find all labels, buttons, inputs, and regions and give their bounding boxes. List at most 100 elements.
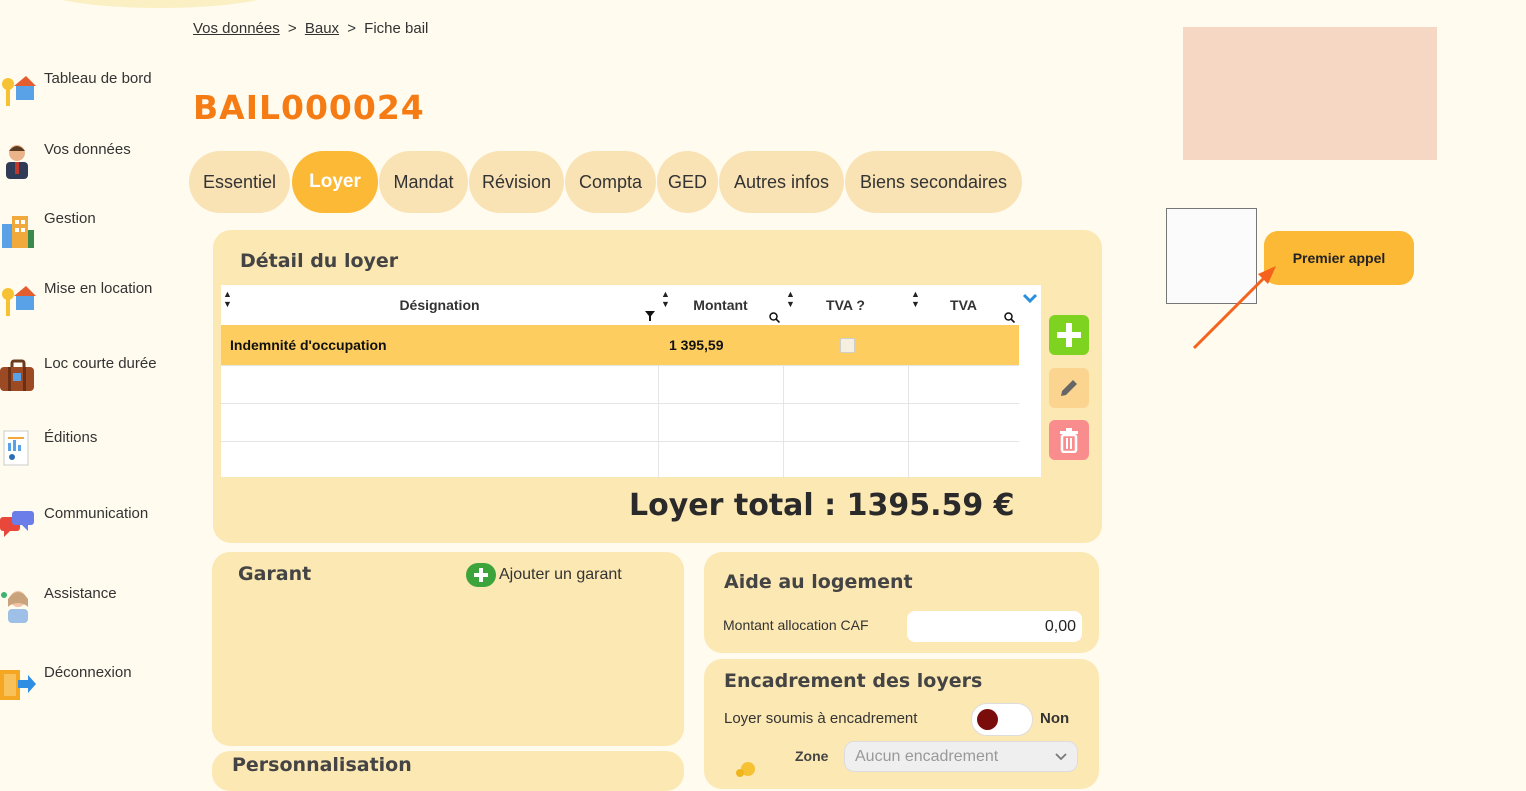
sidebar-item-tableau-de-bord[interactable]: Tableau de bord xyxy=(0,70,185,116)
sidebar: Tableau de bord Vos données Gestion Mise… xyxy=(0,0,185,775)
house-keys-icon xyxy=(2,286,36,316)
encadrement-toggle-value: Non xyxy=(1040,710,1070,727)
sidebar-item-deconnexion[interactable]: Déconnexion xyxy=(0,664,185,710)
delete-row-button[interactable] xyxy=(1049,420,1089,460)
edit-row-button[interactable] xyxy=(1049,368,1089,408)
plus-circle-icon xyxy=(466,563,496,587)
column-header-label: TVA ? xyxy=(826,297,865,313)
zone-label: Zone xyxy=(795,748,829,764)
breadcrumb: Vos données > Baux > Fiche bail xyxy=(193,20,428,37)
sort-icon[interactable]: ▲ ▼ xyxy=(786,289,795,309)
sidebar-item-loc-courte-duree[interactable]: Loc courte durée xyxy=(0,355,185,401)
search-icon[interactable] xyxy=(769,312,780,323)
sidebar-item-communication[interactable]: Communication xyxy=(0,505,185,551)
encadrement-label: Loyer soumis à encadrement xyxy=(724,710,918,727)
encadrement-card: Encadrement des loyers Loyer soumis à en… xyxy=(704,659,1099,789)
column-header-label: Désignation xyxy=(399,297,480,313)
sidebar-item-vos-donnees[interactable]: Vos données xyxy=(0,141,185,187)
sidebar-item-label: Mise en location xyxy=(44,280,153,297)
logout-icon xyxy=(0,670,36,700)
ad-banner-placeholder xyxy=(1183,27,1437,160)
column-header-label: Montant xyxy=(693,297,748,313)
column-header-tva[interactable]: TVA xyxy=(908,285,1019,325)
caf-amount-label: Montant allocation CAF xyxy=(723,617,869,633)
zone-select[interactable]: Aucun encadrement xyxy=(844,741,1078,772)
caf-amount-input[interactable] xyxy=(907,611,1082,642)
sidebar-item-label: Communication xyxy=(44,505,149,522)
table-row[interactable] xyxy=(221,441,1019,478)
chevron-down-icon[interactable] xyxy=(1022,293,1038,303)
page-title: BAIL000024 xyxy=(193,88,425,127)
breadcrumb-link-vos-donnees[interactable]: Vos données xyxy=(193,20,280,37)
pointer-arrow-icon xyxy=(1192,266,1276,350)
sidebar-item-label: Tableau de bord xyxy=(44,70,152,87)
encadrement-toggle[interactable] xyxy=(971,703,1033,736)
cell-tva-checkbox[interactable] xyxy=(840,325,855,365)
tab-autres-infos[interactable]: Autres infos xyxy=(719,151,844,213)
trash-icon xyxy=(1060,428,1078,453)
add-garant-button[interactable]: Ajouter un garant xyxy=(466,563,622,587)
plus-icon xyxy=(1057,323,1081,347)
premier-appel-button[interactable]: Premier appel xyxy=(1264,231,1414,285)
tab-compta[interactable]: Compta xyxy=(565,151,656,213)
table-row[interactable]: Indemnité d'occupation 1 395,59 xyxy=(221,325,1019,365)
tab-biens-secondaires[interactable]: Biens secondaires xyxy=(845,151,1022,213)
zone-select-value: Aucun encadrement xyxy=(855,747,999,765)
sidebar-item-label: Déconnexion xyxy=(44,664,132,681)
tab-loyer[interactable]: Loyer xyxy=(292,151,378,213)
garant-card: Garant Ajouter un garant xyxy=(212,552,684,746)
breadcrumb-separator: > xyxy=(347,20,356,37)
sort-icon[interactable]: ▲ ▼ xyxy=(661,289,670,309)
loyer-detail-card: Détail du loyer Désignation ▲ ▼ Montant ▲… xyxy=(213,230,1102,543)
tab-essentiel[interactable]: Essentiel xyxy=(189,151,290,213)
sort-icon[interactable]: ▲ ▼ xyxy=(223,289,232,309)
sidebar-item-label: Vos données xyxy=(44,141,131,158)
personnalisation-card: Personnalisation xyxy=(212,751,684,791)
column-header-tva-question[interactable]: TVA ? xyxy=(783,285,908,325)
add-garant-label: Ajouter un garant xyxy=(499,566,622,583)
coins-icon xyxy=(736,762,755,777)
table-scrollbar[interactable] xyxy=(1019,285,1041,477)
sidebar-item-label: Loc courte durée xyxy=(44,355,157,372)
cell-montant: 1 395,59 xyxy=(669,337,724,353)
column-header-label: TVA xyxy=(950,297,977,313)
sidebar-item-gestion[interactable]: Gestion xyxy=(0,210,185,256)
sidebar-item-editions[interactable]: Éditions xyxy=(0,429,185,475)
pencil-icon xyxy=(1061,380,1077,396)
add-row-button[interactable] xyxy=(1049,315,1089,355)
breadcrumb-link-baux[interactable]: Baux xyxy=(305,20,339,37)
breadcrumb-current: Fiche bail xyxy=(364,20,429,37)
aide-logement-card: Aide au logement Montant allocation CAF xyxy=(704,552,1099,653)
sort-icon[interactable]: ▲ ▼ xyxy=(911,289,920,309)
sidebar-item-label: Assistance xyxy=(44,585,117,602)
house-keys-icon xyxy=(2,76,36,106)
breadcrumb-separator: > xyxy=(287,20,297,37)
chevron-down-icon xyxy=(1055,753,1067,761)
tab-revision[interactable]: Révision xyxy=(469,151,564,213)
aide-logement-title: Aide au logement xyxy=(724,571,913,593)
building-icon xyxy=(2,216,34,248)
table-row[interactable] xyxy=(221,365,1019,404)
filter-icon[interactable] xyxy=(645,311,655,321)
suitcase-icon xyxy=(0,359,34,391)
loyer-detail-title: Détail du loyer xyxy=(240,250,399,272)
personnalisation-title: Personnalisation xyxy=(232,754,412,776)
chat-icon xyxy=(0,511,34,537)
garant-title: Garant xyxy=(238,563,312,585)
column-header-montant[interactable]: Montant xyxy=(658,285,783,325)
tab-ged[interactable]: GED xyxy=(657,151,718,213)
support-agent-icon xyxy=(1,591,28,623)
cell-designation: Indemnité d'occupation xyxy=(230,337,387,353)
user-icon xyxy=(6,145,28,179)
table-row[interactable] xyxy=(221,403,1019,442)
sidebar-item-mise-en-location[interactable]: Mise en location xyxy=(0,280,185,326)
tab-mandat[interactable]: Mandat xyxy=(379,151,468,213)
loyer-table: Désignation ▲ ▼ Montant ▲ ▼ TVA ? ▲ ▼ TVA ▲… xyxy=(221,285,1041,478)
loyer-total: Loyer total : 1395.59 € xyxy=(629,488,1015,523)
sidebar-item-label: Gestion xyxy=(44,210,96,227)
search-icon[interactable] xyxy=(1004,312,1015,323)
sidebar-item-assistance[interactable]: Assistance xyxy=(0,585,185,631)
column-header-designation[interactable]: Désignation xyxy=(221,285,658,325)
report-icon xyxy=(3,430,29,466)
encadrement-title: Encadrement des loyers xyxy=(724,670,983,692)
